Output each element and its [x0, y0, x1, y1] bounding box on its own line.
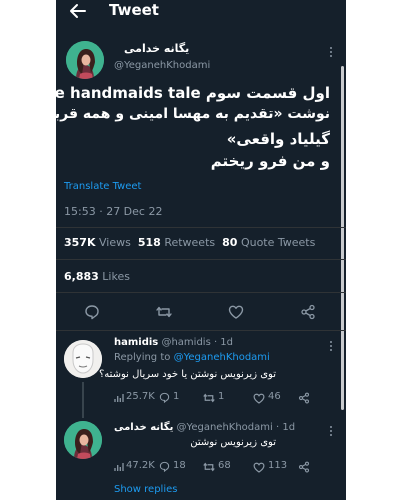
- avatar-image: [64, 340, 102, 378]
- author-avatar[interactable]: [66, 41, 104, 79]
- reply-count: 18: [173, 460, 186, 471]
- likes-label[interactable]: Likes: [102, 270, 130, 283]
- reply-author-name[interactable]: hamidis: [114, 337, 158, 348]
- like-icon[interactable]: [228, 305, 244, 319]
- scrollbar[interactable]: [341, 66, 344, 410]
- like-count: 113: [268, 460, 288, 471]
- retweet-count: 68: [218, 460, 231, 471]
- reply-author-meta[interactable]: @YeganehKhodami · 1d: [177, 422, 296, 433]
- more-options-icon[interactable]: [329, 340, 333, 352]
- share-icon[interactable]: [300, 304, 316, 320]
- retweet-icon[interactable]: [156, 304, 172, 320]
- translate-tweet-link[interactable]: Translate Tweet: [64, 181, 141, 192]
- likes-row[interactable]: 6,883 Likes: [64, 270, 130, 283]
- reply-count: 1: [173, 391, 180, 402]
- retweet-icon[interactable]: [203, 392, 215, 404]
- reply-icon[interactable]: [84, 304, 100, 320]
- reply-author-name[interactable]: یگانه خدامی: [114, 422, 173, 433]
- views-count: 47.2K: [126, 460, 155, 471]
- reply-avatar[interactable]: [64, 340, 102, 378]
- reply-avatar[interactable]: [64, 421, 102, 459]
- reply-icon[interactable]: [159, 461, 170, 472]
- divider: [56, 227, 346, 228]
- reply-header: hamidis @hamidis · 1d: [114, 337, 233, 348]
- tweet-text-line-2: نوشت «تقدیم به مهسا امینی و همه قربانیان: [56, 106, 330, 122]
- quotes-label[interactable]: Quote Tweets: [241, 236, 315, 249]
- tweet-timestamp[interactable]: 15:53 · 27 Dec 22: [64, 205, 162, 218]
- replying-to-handle[interactable]: @YeganehKhodami: [174, 352, 270, 363]
- quotes-count[interactable]: 80: [222, 236, 237, 249]
- tweet-screen: Tweet یگانه خدامی @YeganehKhodami اول قس…: [56, 0, 346, 500]
- author-handle[interactable]: @YeganehKhodami: [114, 60, 210, 71]
- retweet-count: 1: [218, 391, 225, 402]
- back-arrow-icon[interactable]: [68, 3, 86, 19]
- likes-count[interactable]: 6,883: [64, 270, 99, 283]
- retweet-icon[interactable]: [203, 461, 215, 473]
- share-icon[interactable]: [298, 392, 310, 404]
- reply-icon[interactable]: [159, 392, 170, 403]
- reply-text: توی زیرنویس نوشتن یا خود سریال نوشته؟: [98, 369, 276, 380]
- share-icon[interactable]: [298, 461, 310, 473]
- more-options-icon[interactable]: [329, 46, 333, 58]
- more-options-icon[interactable]: [329, 425, 333, 437]
- views-count: 25.7K: [126, 391, 155, 402]
- views-label: Views: [99, 236, 131, 249]
- divider: [56, 330, 346, 331]
- like-icon[interactable]: [253, 393, 265, 404]
- avatar-image: [66, 41, 104, 79]
- page-title: Tweet: [109, 1, 159, 19]
- tweet-text-line-1: اول قسمت سوم the handmaids tale: [56, 84, 330, 102]
- header: Tweet: [56, 0, 346, 24]
- retweets-count[interactable]: 518: [138, 236, 161, 249]
- avatar-image: [64, 421, 102, 459]
- like-icon[interactable]: [253, 462, 265, 473]
- divider: [56, 292, 346, 293]
- views-icon[interactable]: [114, 462, 124, 472]
- replying-to: Replying to @YeganehKhodami: [114, 352, 270, 363]
- show-replies-link[interactable]: Show replies: [114, 484, 177, 495]
- views-count: 357K: [64, 236, 96, 249]
- author-name[interactable]: یگانه خدامی: [124, 42, 189, 55]
- reply-author-meta[interactable]: @hamidis · 1d: [161, 337, 233, 348]
- retweets-label[interactable]: Retweets: [164, 236, 215, 249]
- tweet-text-line-3: گیلیاد واقعی»: [226, 130, 330, 148]
- thread-line: [82, 382, 84, 418]
- stats-row: 357K Views 518 Retweets 80 Quote Tweets: [64, 236, 315, 249]
- reply-text: توی زیرنویس نوشتن: [190, 437, 276, 448]
- replying-to-label: Replying to: [114, 352, 171, 363]
- divider: [56, 259, 346, 260]
- like-count: 46: [268, 391, 281, 402]
- reply-header: یگانه خدامی @YeganehKhodami · 1d: [114, 422, 295, 433]
- tweet-text-line-4: و من فرو ریختم: [210, 152, 330, 170]
- views-icon[interactable]: [114, 393, 124, 403]
